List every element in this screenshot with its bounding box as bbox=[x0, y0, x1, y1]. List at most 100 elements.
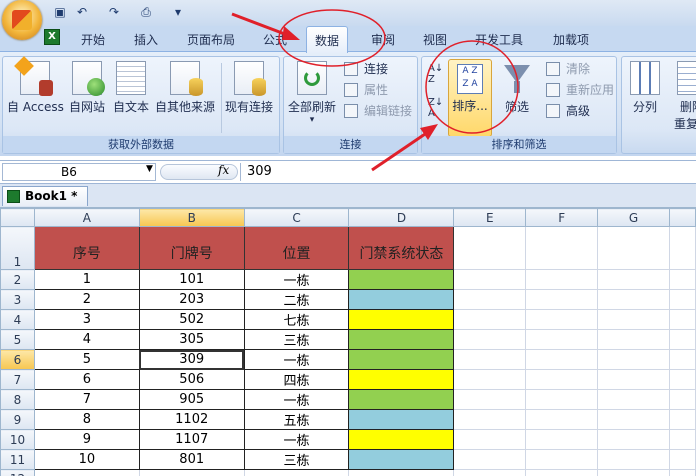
location-cell[interactable]: 三栋 bbox=[243, 329, 350, 350]
cell[interactable] bbox=[525, 226, 599, 270]
door-number-cell[interactable]: 1102 bbox=[138, 409, 245, 430]
cell[interactable] bbox=[669, 269, 696, 290]
door-number-cell[interactable]: 1107 bbox=[138, 429, 245, 450]
access-status-cell[interactable] bbox=[348, 369, 455, 390]
undo-icon[interactable]: ↶ bbox=[74, 4, 90, 20]
formula-input[interactable]: 309 bbox=[240, 163, 696, 181]
access-status-cell[interactable] bbox=[348, 309, 455, 330]
cell[interactable] bbox=[453, 289, 527, 310]
cell[interactable] bbox=[597, 369, 670, 390]
cell[interactable] bbox=[597, 469, 670, 476]
cell[interactable] bbox=[669, 349, 696, 370]
reapply-button[interactable]: 重新应用 bbox=[546, 80, 614, 100]
cell[interactable] bbox=[669, 389, 696, 410]
location-cell[interactable]: 一栋 bbox=[243, 429, 350, 450]
row-header-1[interactable]: 1 bbox=[0, 226, 35, 270]
access-status-cell[interactable] bbox=[348, 389, 455, 410]
filter-button[interactable]: 筛选 bbox=[502, 61, 532, 115]
seq-cell[interactable]: 4 bbox=[33, 329, 140, 350]
cell[interactable] bbox=[669, 429, 696, 450]
column-header-e[interactable]: E bbox=[453, 208, 527, 227]
namebox-dropdown-icon[interactable]: ▼ bbox=[146, 164, 153, 174]
office-button[interactable] bbox=[2, 0, 42, 40]
cell[interactable] bbox=[525, 289, 599, 310]
connections-button[interactable]: 连接 bbox=[344, 59, 388, 79]
header-cell-access-status[interactable]: 门禁系统状态 bbox=[348, 226, 455, 270]
properties-button[interactable]: 属性 bbox=[344, 80, 388, 100]
door-number-cell[interactable]: 309 bbox=[138, 349, 245, 370]
text-to-columns-button[interactable]: 分列 bbox=[630, 61, 660, 115]
cell[interactable] bbox=[453, 269, 527, 290]
spreadsheet-grid[interactable]: A B C D E F G 1 序号 门牌号 位置 门禁系统状态 2 1 101 一栋… bbox=[0, 207, 696, 476]
cell[interactable] bbox=[525, 409, 599, 430]
cell[interactable] bbox=[669, 449, 696, 470]
clear-filter-button[interactable]: 清除 bbox=[546, 59, 590, 79]
door-number-cell[interactable]: 801 bbox=[138, 449, 245, 470]
row-header-5[interactable]: 5 bbox=[0, 329, 35, 350]
cell[interactable] bbox=[525, 309, 599, 330]
sort-button[interactable]: A ZZ A 排序... bbox=[448, 59, 492, 137]
cell[interactable] bbox=[453, 449, 527, 470]
name-box[interactable]: B6 bbox=[2, 163, 156, 181]
access-status-cell[interactable] bbox=[348, 429, 455, 450]
refresh-all-button[interactable]: 全部刷新 ▾ bbox=[288, 61, 336, 125]
edit-links-button[interactable]: 编辑链接 bbox=[344, 101, 412, 121]
cell[interactable] bbox=[525, 369, 599, 390]
row-header-6[interactable]: 6 bbox=[0, 349, 35, 370]
access-status-cell[interactable] bbox=[348, 449, 455, 470]
access-status-cell[interactable] bbox=[348, 269, 455, 290]
seq-cell[interactable]: 6 bbox=[33, 369, 140, 390]
header-cell-door[interactable]: 门牌号 bbox=[138, 226, 245, 270]
location-cell[interactable]: 二栋 bbox=[243, 289, 350, 310]
cell[interactable] bbox=[597, 429, 670, 450]
column-header-f[interactable]: F bbox=[525, 208, 599, 227]
cell[interactable] bbox=[597, 389, 670, 410]
seq-cell[interactable]: 2 bbox=[33, 289, 140, 310]
cell[interactable] bbox=[597, 269, 670, 290]
row-header-7[interactable]: 7 bbox=[0, 369, 35, 390]
cell[interactable] bbox=[453, 429, 527, 450]
cell[interactable] bbox=[453, 309, 527, 330]
location-cell[interactable]: 一栋 bbox=[243, 269, 350, 290]
cell[interactable] bbox=[597, 349, 670, 370]
location-cell[interactable]: 三栋 bbox=[243, 449, 350, 470]
cell[interactable] bbox=[597, 409, 670, 430]
from-other-sources-button[interactable]: 自其他来源 bbox=[155, 61, 215, 115]
door-number-cell[interactable]: 502 bbox=[138, 309, 245, 330]
tab-page-layout[interactable]: 页面布局 bbox=[187, 31, 235, 48]
cell[interactable] bbox=[597, 329, 670, 350]
column-header-c[interactable]: C bbox=[243, 208, 350, 227]
cell[interactable] bbox=[453, 349, 527, 370]
cell[interactable] bbox=[348, 469, 455, 476]
row-header-11[interactable]: 11 bbox=[0, 449, 35, 470]
location-cell[interactable]: 四栋 bbox=[243, 369, 350, 390]
from-access-button[interactable]: 自 Access bbox=[7, 56, 64, 115]
door-number-cell[interactable]: 905 bbox=[138, 389, 245, 410]
door-number-cell[interactable]: 101 bbox=[138, 269, 245, 290]
cell[interactable] bbox=[597, 449, 670, 470]
row-header-9[interactable]: 9 bbox=[0, 409, 35, 430]
cell[interactable] bbox=[453, 389, 527, 410]
door-number-cell[interactable]: 305 bbox=[138, 329, 245, 350]
cell[interactable] bbox=[453, 409, 527, 430]
location-cell[interactable]: 一栋 bbox=[243, 389, 350, 410]
cell[interactable] bbox=[597, 226, 670, 270]
remove-duplicates-button[interactable]: 删除重复项 bbox=[674, 61, 696, 132]
cell[interactable] bbox=[669, 369, 696, 390]
cell[interactable] bbox=[525, 469, 599, 476]
save-icon[interactable]: ▣ bbox=[52, 4, 68, 20]
access-status-cell[interactable] bbox=[348, 289, 455, 310]
location-cell[interactable]: 一栋 bbox=[243, 349, 350, 370]
cell[interactable] bbox=[453, 226, 527, 270]
location-cell[interactable]: 五栋 bbox=[243, 409, 350, 430]
tab-developer[interactable]: 开发工具 bbox=[475, 31, 523, 48]
header-cell-location[interactable]: 位置 bbox=[243, 226, 350, 270]
sort-ascending-icon[interactable]: A↓ Z bbox=[428, 63, 446, 87]
cell[interactable] bbox=[669, 289, 696, 310]
row-header-10[interactable]: 10 bbox=[0, 429, 35, 450]
cell[interactable] bbox=[669, 226, 696, 270]
cell[interactable] bbox=[33, 469, 140, 476]
tab-home[interactable]: 开始 bbox=[81, 31, 105, 48]
seq-cell[interactable]: 10 bbox=[33, 449, 140, 470]
tab-review[interactable]: 审阅 bbox=[371, 31, 395, 48]
